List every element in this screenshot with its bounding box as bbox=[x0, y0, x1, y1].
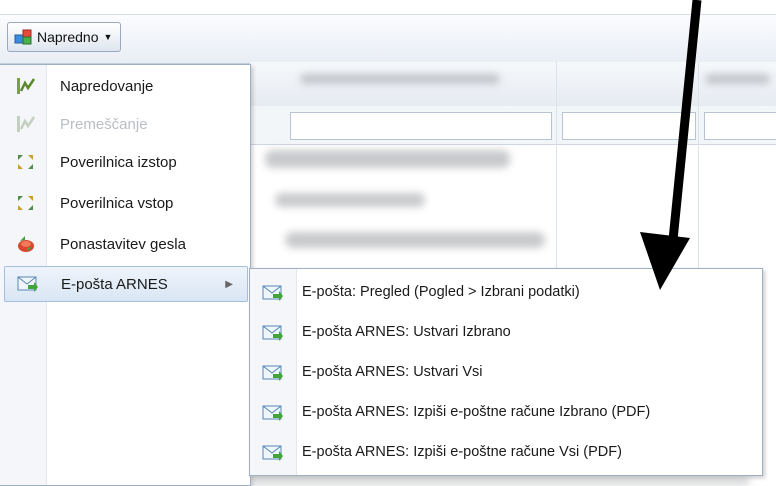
annotation-arrow-icon bbox=[640, 0, 702, 290]
